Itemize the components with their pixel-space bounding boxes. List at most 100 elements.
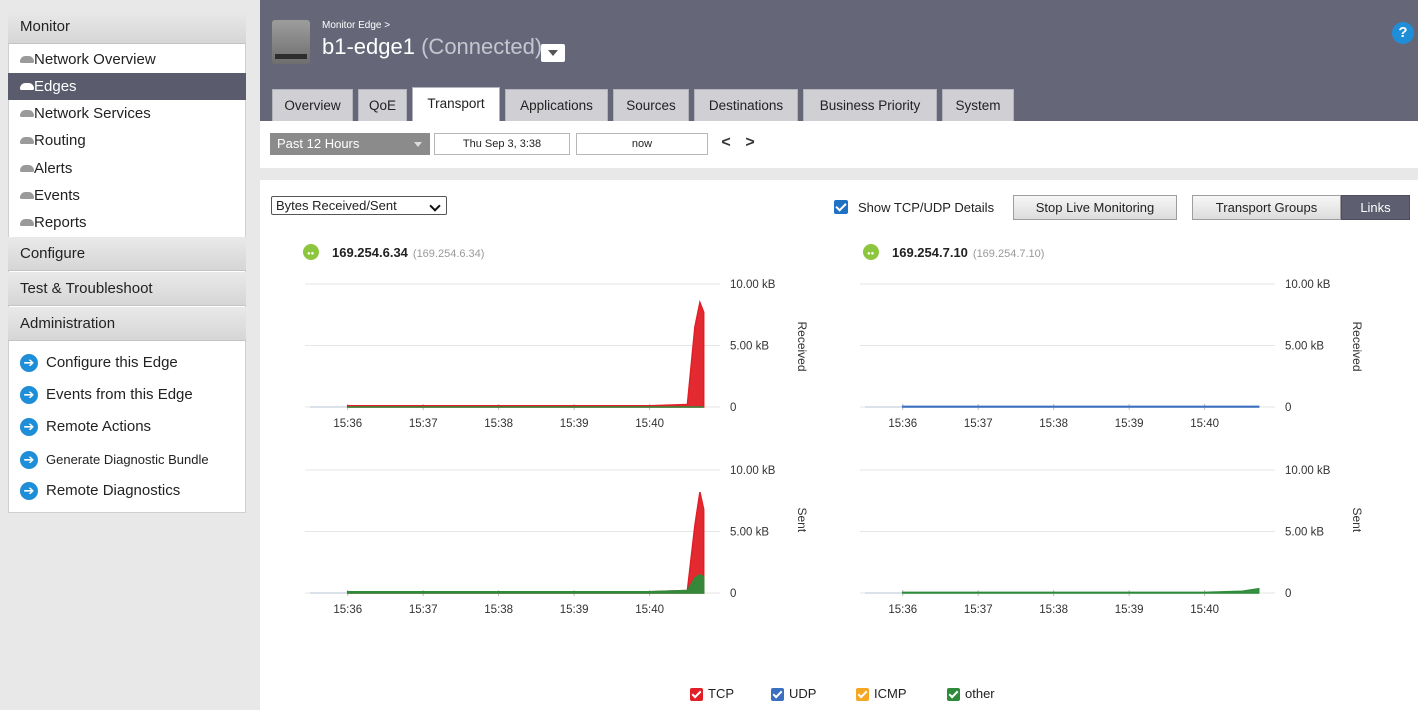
action-label: Generate Diagnostic Bundle [46,452,209,467]
y-tick-label: 10.00 kB [730,279,776,291]
x-tick-label: 15:40 [635,418,664,430]
sidebar-item-alerts[interactable]: Alerts [8,155,246,182]
sidebar-item-events[interactable]: Events [8,182,246,209]
action-label: Remote Actions [46,418,152,435]
tab-sources[interactable]: Sources [613,89,689,121]
y-tick-label: 5.00 kB [1285,527,1324,539]
next-range-button[interactable]: > [742,132,758,154]
start-time-input[interactable]: Thu Sep 3, 3:38 [434,133,570,155]
link-icon-glyph: ●● [867,251,875,257]
breadcrumb[interactable]: Monitor Edge > [322,20,390,31]
x-tick-label: 15:40 [1190,604,1219,616]
series-area-udp [901,405,1260,408]
x-tick-label: 15:38 [484,418,513,430]
arrow-right-icon: ➔ [20,418,38,436]
y-tick-label: 5.00 kB [1285,341,1324,353]
remote-diagnostics-link[interactable]: ➔ Remote Diagnostics [20,478,180,504]
edge-dropdown-button[interactable] [541,44,565,62]
arrow-right-icon: ➔ [20,354,38,372]
section-monitor[interactable]: Monitor [8,10,246,44]
sidebar-item-label: Alerts [34,160,73,177]
sidebar-item-network-overview[interactable]: Network Overview [8,46,246,73]
x-tick-label: 15:39 [1115,418,1144,430]
x-tick-label: 15:37 [409,604,438,616]
checkbox-icon [771,688,784,701]
y-tick-label: 0 [1285,402,1291,414]
cloud-icon [20,165,34,172]
cloud-icon [20,83,34,90]
arrow-right-icon: ➔ [20,451,38,469]
help-icon[interactable]: ? [1392,22,1414,44]
legend-label: ICMP [874,686,907,701]
remote-actions-link[interactable]: ➔ Remote Actions [20,414,151,440]
show-tcp-udp-checkbox[interactable] [834,200,848,214]
sidebar-item-label: Edges [34,78,77,95]
y-tick-label: 0 [730,402,736,414]
cloud-icon [20,219,34,226]
edge-name: b1-edge1 [322,34,415,59]
tab-qoe[interactable]: QoE [358,89,407,121]
x-tick-label: 15:37 [964,418,993,430]
previous-range-button[interactable]: < [718,132,734,154]
arrow-right-icon: ➔ [20,386,38,404]
series-area-tcp [346,491,705,594]
sidebar-item-edges[interactable]: Edges [8,73,246,100]
y-tick-label: 0 [730,588,736,600]
sidebar: Monitor Network Overview Edges Network S… [0,0,260,710]
configure-edge-link[interactable]: ➔ Configure this Edge [20,350,178,376]
y-axis-label: Received [795,322,809,372]
legend-tcp[interactable]: TCP [690,686,734,701]
y-tick-label: 0 [1285,588,1291,600]
tab-applications[interactable]: Applications [505,89,608,121]
edge-events-link[interactable]: ➔ Events from this Edge [20,382,193,408]
tab-destinations[interactable]: Destinations [694,89,798,121]
cloud-icon [20,110,34,117]
edge-device-icon [272,20,310,64]
series-area-other [901,587,1260,594]
x-tick-label: 15:40 [1190,418,1219,430]
x-tick-label: 15:36 [888,418,917,430]
y-axis-label: Sent [1350,508,1364,533]
x-tick-label: 15:40 [635,604,664,616]
link-ip: 169.254.6.34 [332,245,409,260]
x-tick-label: 15:36 [888,604,917,616]
diagnostic-bundle-link[interactable]: ➔ Generate Diagnostic Bundle [20,447,209,473]
x-tick-label: 15:37 [409,418,438,430]
sidebar-item-label: Routing [34,132,86,149]
legend-udp[interactable]: UDP [771,686,816,701]
tab-business-priority[interactable]: Business Priority [803,89,937,121]
transport-groups-button[interactable]: Transport Groups [1192,195,1341,220]
tab-overview[interactable]: Overview [272,89,353,121]
tab-system[interactable]: System [942,89,1014,121]
tab-transport[interactable]: Transport [412,87,500,121]
x-tick-label: 15:38 [484,604,513,616]
legend-icmp[interactable]: ICMP [856,686,907,701]
action-label: Events from this Edge [46,386,193,403]
metric-select[interactable]: Bytes Received/Sent [271,196,447,215]
x-tick-label: 15:39 [560,418,589,430]
legend-label: other [965,686,995,701]
links-button[interactable]: Links [1341,195,1410,220]
end-time-input[interactable]: now [576,133,708,155]
section-administration[interactable]: Administration [8,307,246,341]
y-axis-label: Received [1350,322,1364,372]
time-range-select[interactable]: Past 12 Hours [270,133,430,155]
sidebar-item-label: Network Overview [34,51,156,68]
action-label: Configure this Edge [46,354,178,371]
sidebar-item-network-services[interactable]: Network Services [8,100,246,127]
series-area-other [346,573,705,594]
divider [260,168,1418,180]
sidebar-item-reports[interactable]: Reports [8,209,246,236]
checkbox-icon [947,688,960,701]
legend-other[interactable]: other [947,686,995,701]
arrow-right-icon: ➔ [20,482,38,500]
action-label: Remote Diagnostics [46,482,181,499]
section-test-troubleshoot[interactable]: Test & Troubleshoot [8,272,246,306]
sidebar-item-label: Network Services [34,105,151,122]
x-tick-label: 15:36 [333,418,362,430]
stop-live-monitoring-button[interactable]: Stop Live Monitoring [1013,195,1177,220]
sidebar-item-routing[interactable]: Routing [8,127,246,154]
link-ip-detail: (169.254.6.34) [413,248,485,260]
section-configure[interactable]: Configure [8,237,246,271]
page-title: b1-edge1 (Connected) [322,34,542,60]
